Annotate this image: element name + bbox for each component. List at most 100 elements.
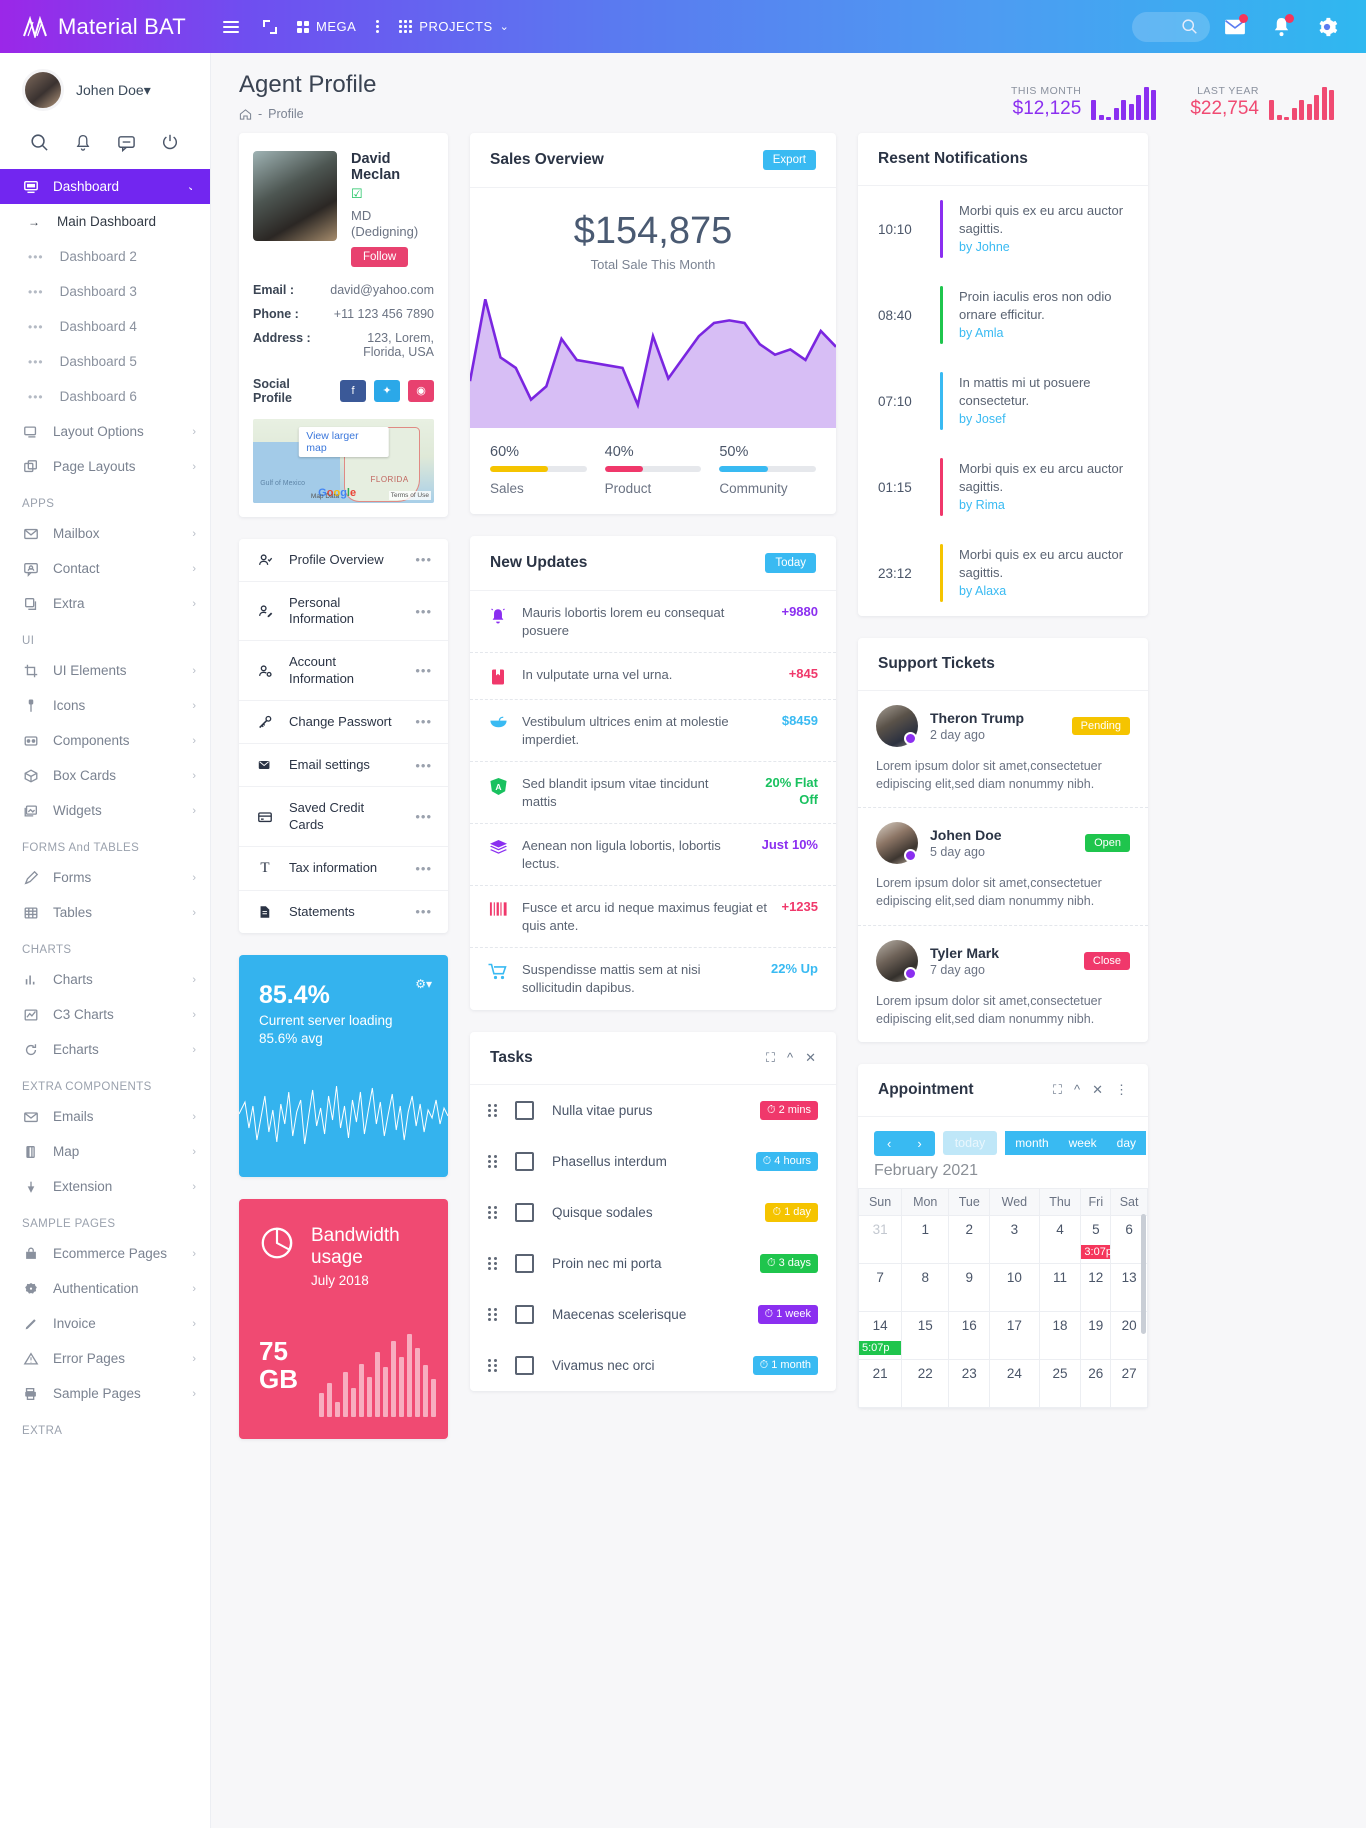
breadcrumb-current[interactable]: Profile	[268, 107, 303, 121]
sidebar-item-charts[interactable]: Charts ›	[0, 962, 210, 997]
calendar-day-cell[interactable]: 18	[1038, 1310, 1082, 1360]
calendar-day-cell[interactable]: 9	[948, 1262, 991, 1312]
update-item[interactable]: Mauris lobortis lorem eu consequat posue…	[470, 591, 836, 654]
account-link-more-icon[interactable]: •••	[415, 663, 432, 678]
task-row[interactable]: Vivamus nec orci ⏱ 1 month	[470, 1340, 836, 1391]
ticket-item[interactable]: Tyler Mark 7 day ago Close Lorem ipsum dolo…	[858, 926, 1148, 1042]
sidebar-subitem-main-dashboard[interactable]: → Main Dashboard	[0, 204, 210, 239]
settings-button[interactable]	[1306, 6, 1348, 48]
calendar-day-cell[interactable]: 4	[1038, 1214, 1082, 1264]
calendar-event[interactable]: 3:07p	[1081, 1244, 1112, 1259]
search-input[interactable]	[1132, 11, 1210, 42]
sidebar-item-icons[interactable]: Icons ›	[0, 688, 210, 723]
twitter-icon[interactable]: ✦	[374, 379, 400, 402]
sidebar-item-c3-charts[interactable]: C3 Charts ›	[0, 997, 210, 1032]
sidebar-subitem-dashboard-4[interactable]: ••• Dashboard 4	[0, 309, 210, 344]
sidebar-item-invoice[interactable]: Invoice ›	[0, 1306, 210, 1341]
mega-menu-button[interactable]: MEGA	[289, 0, 364, 53]
sidebar-item-contact[interactable]: Contact ›	[0, 551, 210, 586]
drag-handle-icon[interactable]	[488, 1154, 497, 1168]
drag-handle-icon[interactable]	[488, 1205, 497, 1219]
update-item[interactable]: A Sed blandit ipsum vitae tincidunt matti…	[470, 762, 836, 825]
task-checkbox[interactable]	[515, 1253, 534, 1273]
notification-row[interactable]: 07:10 In mattis mi ut posuere consectetur…	[858, 358, 1148, 444]
instagram-icon[interactable]: ◉	[408, 379, 434, 402]
calendar-day-cell[interactable]: 14 5:07p	[857, 1310, 903, 1360]
updates-today-button[interactable]: Today	[765, 553, 816, 573]
sidebar-item-dashboard[interactable]: Dashboard ⌄	[0, 169, 210, 204]
sidebar-item-extra[interactable]: Extra ›	[0, 586, 210, 621]
calendar-day-cell[interactable]: 22	[901, 1358, 950, 1408]
calendar-day-cell[interactable]: 21	[857, 1358, 903, 1408]
task-checkbox[interactable]	[515, 1151, 534, 1171]
task-checkbox[interactable]	[515, 1202, 534, 1222]
calendar-day-cell[interactable]: 8	[901, 1262, 950, 1312]
sidebar-item-tables[interactable]: Tables ›	[0, 895, 210, 930]
sidebar-item-error-pages[interactable]: Error Pages ›	[0, 1341, 210, 1376]
calendar-day-cell[interactable]: 19	[1080, 1310, 1112, 1360]
search-icon[interactable]	[27, 129, 53, 155]
sidebar-item-components[interactable]: Components ›	[0, 723, 210, 758]
messages-button[interactable]	[1214, 6, 1256, 48]
notification-row[interactable]: 23:12 Morbi quis ex eu arcu auctor sagitt…	[858, 530, 1148, 616]
sidebar-item-map[interactable]: Map ›	[0, 1134, 210, 1169]
task-row[interactable]: Maecenas scelerisque ⏱ 1 week	[470, 1289, 836, 1340]
task-row[interactable]: Nulla vitae purus ⏱ 2 mins	[470, 1085, 836, 1136]
calendar-day-cell[interactable]: 15	[901, 1310, 950, 1360]
close-icon[interactable]: ✕	[1092, 1082, 1103, 1098]
sidebar-item-forms[interactable]: Forms ›	[0, 860, 210, 895]
account-link-more-icon[interactable]: •••	[415, 809, 432, 824]
gear-caret-icon[interactable]: ⚙▾	[415, 977, 432, 991]
drag-handle-icon[interactable]	[488, 1256, 497, 1270]
sidebar-item-sample-pages[interactable]: Sample Pages ›	[0, 1376, 210, 1411]
bell-icon[interactable]	[70, 129, 96, 155]
calendar-view-week[interactable]: week	[1058, 1131, 1107, 1156]
account-link-more-icon[interactable]: •••	[415, 904, 432, 919]
power-icon[interactable]	[157, 129, 183, 155]
brand[interactable]: Material BAT	[0, 14, 211, 40]
update-item[interactable]: Suspendisse mattis sem at nisi sollicitu…	[470, 948, 836, 1009]
calendar-day-cell[interactable]: 11	[1038, 1262, 1082, 1312]
account-link-tax-information[interactable]: T Tax information •••	[239, 847, 448, 891]
account-link-account-information[interactable]: Account Information •••	[239, 641, 448, 701]
location-map[interactable]: View larger map Gulf of Mexico FLORIDA G…	[253, 418, 434, 503]
task-checkbox[interactable]	[515, 1355, 534, 1375]
calendar-day-cell[interactable]: 10	[989, 1262, 1040, 1312]
account-link-more-icon[interactable]: •••	[415, 758, 432, 773]
more-menu-button[interactable]	[364, 0, 391, 53]
calendar-day-cell[interactable]: 12	[1080, 1262, 1112, 1312]
drag-handle-icon[interactable]	[488, 1358, 497, 1372]
sidebar-subitem-dashboard-2[interactable]: ••• Dashboard 2	[0, 239, 210, 274]
calendar-prev-button[interactable]: ‹	[874, 1131, 904, 1156]
sidebar-item-layout-options[interactable]: Layout Options ›	[0, 414, 210, 449]
collapse-icon[interactable]: ^	[787, 1050, 793, 1066]
account-link-profile-overview[interactable]: Profile Overview •••	[239, 539, 448, 582]
account-link-saved-credit-cards[interactable]: Saved Credit Cards •••	[239, 787, 448, 847]
sidebar-item-authentication[interactable]: Authentication ›	[0, 1271, 210, 1306]
facebook-icon[interactable]: f	[340, 379, 366, 402]
account-link-change-passwort[interactable]: Change Passwort •••	[239, 701, 448, 744]
sidebar-item-extension[interactable]: Extension ›	[0, 1169, 210, 1204]
calendar-view-day[interactable]: day	[1106, 1131, 1147, 1156]
calendar-day-cell[interactable]: 25	[1038, 1358, 1082, 1408]
calendar-day-cell[interactable]: 23	[948, 1358, 991, 1408]
calendar-day-cell[interactable]: 2	[948, 1214, 991, 1264]
task-checkbox[interactable]	[515, 1100, 534, 1120]
ticket-item[interactable]: Theron Trump 2 day ago Pending Lorem ipsum …	[858, 691, 1148, 809]
expand-icon[interactable]: ⛶	[1053, 1082, 1062, 1098]
follow-button[interactable]: Follow	[351, 246, 409, 267]
drag-handle-icon[interactable]	[488, 1103, 497, 1117]
map-terms-link[interactable]: Terms of Use	[388, 490, 431, 500]
export-button[interactable]: Export	[762, 150, 816, 170]
calendar-day-cell[interactable]: 3	[989, 1214, 1040, 1264]
update-item[interactable]: In vulputate urna vel urna. +845	[470, 653, 836, 701]
sidebar-item-emails[interactable]: Emails ›	[0, 1099, 210, 1134]
sidebar-item-page-layouts[interactable]: Page Layouts ›	[0, 449, 210, 484]
view-larger-map-button[interactable]: View larger map	[298, 426, 389, 457]
account-link-personal-information[interactable]: Personal Information •••	[239, 582, 448, 642]
calendar-day-cell[interactable]: 27	[1110, 1358, 1148, 1408]
task-row[interactable]: Phasellus interdum ⏱ 4 hours	[470, 1136, 836, 1187]
notification-row[interactable]: 08:40 Proin iaculis eros non odio ornare …	[858, 272, 1148, 358]
calendar-today-button[interactable]: today	[942, 1131, 998, 1156]
task-checkbox[interactable]	[515, 1304, 534, 1324]
